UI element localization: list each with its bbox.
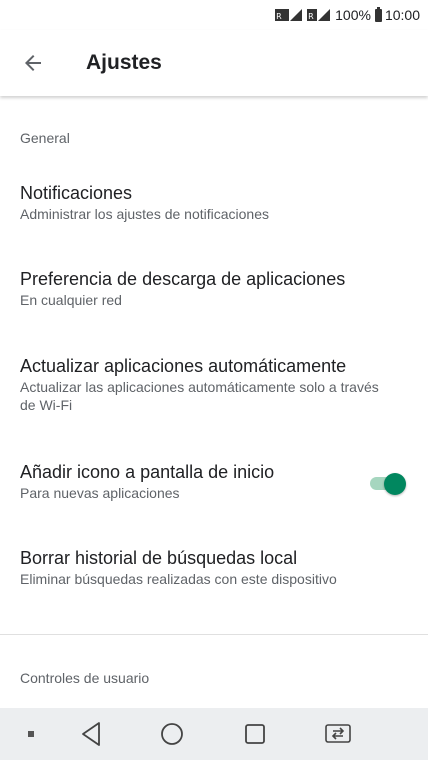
back-triangle-icon (82, 722, 100, 746)
setting-subtitle: En cualquier red (20, 292, 122, 308)
dot-icon[interactable] (22, 708, 40, 760)
nav-recents-button[interactable] (240, 708, 270, 760)
battery-icon (374, 6, 382, 22)
sim1-signal-icon: R (275, 9, 304, 21)
settings-list[interactable]: General Notificaciones Administrar los a… (0, 96, 428, 708)
section-divider (0, 634, 428, 635)
sim2-signal-icon: R (307, 9, 332, 21)
nav-sim-switch-button[interactable] (320, 708, 356, 760)
setting-subtitle: Administrar los ajustes de notificacione… (20, 206, 270, 222)
setting-notificaciones[interactable]: Notificaciones Administrar los ajustes d… (0, 182, 428, 223)
arrow-back-icon (25, 55, 41, 71)
setting-title: Notificaciones (20, 183, 133, 203)
setting-subtitle: Actualizar las aplicaciones automáticame… (20, 379, 379, 413)
toggle-thumb (384, 473, 406, 495)
clock: 10:00 (384, 7, 420, 23)
sim2-label: R (308, 12, 314, 21)
system-nav-bar (0, 708, 428, 760)
setting-title: Borrar historial de búsquedas local (20, 548, 298, 568)
section-header-general: General (20, 130, 70, 146)
page-title: Ajustes (86, 51, 162, 74)
home-circle-icon (161, 723, 183, 745)
setting-borrar-historial[interactable]: Borrar historial de búsquedas local Elim… (0, 547, 428, 588)
add-icon-toggle[interactable] (368, 471, 406, 495)
recents-square-icon (245, 724, 265, 744)
status-bar: R R 100% 10:00 (0, 0, 428, 30)
setting-title: Preferencia de descarga de aplicaciones (20, 269, 346, 289)
setting-subtitle: Eliminar búsquedas realizadas con este d… (20, 571, 337, 587)
setting-subtitle: Para nuevas aplicaciones (20, 485, 180, 501)
section-header-controles-usuario: Controles de usuario (20, 670, 150, 686)
app-bar: Ajustes (0, 30, 428, 96)
setting-preferencia-descarga[interactable]: Preferencia de descarga de aplicaciones … (0, 268, 428, 309)
sim1-label: R (276, 12, 282, 21)
nav-back-button[interactable] (76, 708, 106, 760)
setting-title: Actualizar aplicaciones automáticamente (20, 356, 347, 376)
sim-switch-icon (325, 724, 351, 743)
battery-percent: 100% (335, 7, 371, 23)
setting-actualizar-automaticamente[interactable]: Actualizar aplicaciones automáticamente … (0, 355, 428, 414)
nav-home-button[interactable] (156, 708, 188, 760)
back-button[interactable] (0, 30, 66, 96)
setting-anadir-icono[interactable]: Añadir icono a pantalla de inicio Para n… (0, 461, 428, 502)
setting-title: Añadir icono a pantalla de inicio (20, 462, 275, 482)
